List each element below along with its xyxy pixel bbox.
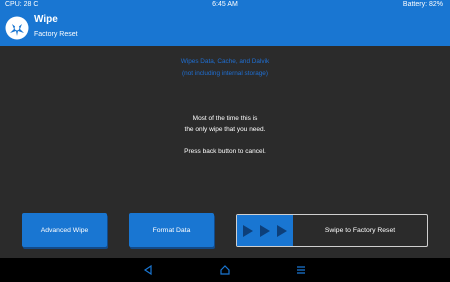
- arrow-right-icon: [259, 224, 270, 237]
- home-icon[interactable]: [219, 264, 231, 276]
- advanced-wipe-button[interactable]: Advanced Wipe: [22, 213, 107, 247]
- swipe-label: Swipe to Factory Reset: [324, 227, 396, 234]
- format-data-button[interactable]: Format Data: [129, 213, 214, 247]
- message-line-1: Most of the time this is: [192, 115, 258, 122]
- page-subtitle: Factory Reset: [34, 31, 78, 38]
- wipe-info-line-1: Wipes Data, Cache, and Dalvik: [180, 58, 270, 65]
- arrow-right-icon: [276, 224, 287, 237]
- clock: 6:45 AM: [212, 1, 238, 8]
- back-icon[interactable]: [142, 264, 154, 276]
- swipe-handle[interactable]: [237, 215, 293, 246]
- page-title: Wipe: [34, 14, 58, 25]
- cancel-hint: Press back button to cancel.: [184, 148, 266, 155]
- header-bar: CPU: 28 C 6:45 AM Battery: 82% Wipe Fact…: [0, 0, 450, 46]
- swipe-to-factory-reset-slider[interactable]: Swipe to Factory Reset: [236, 214, 428, 247]
- navigation-bar: [0, 258, 450, 282]
- twrp-logo-icon: [5, 16, 29, 40]
- arrow-right-icon: [243, 224, 254, 237]
- battery-status: Battery: 82%: [402, 1, 443, 8]
- wipe-info-line-2: (not including internal storage): [182, 70, 268, 77]
- menu-icon[interactable]: [295, 264, 307, 276]
- message-line-2: the only wipe that you need.: [184, 126, 266, 133]
